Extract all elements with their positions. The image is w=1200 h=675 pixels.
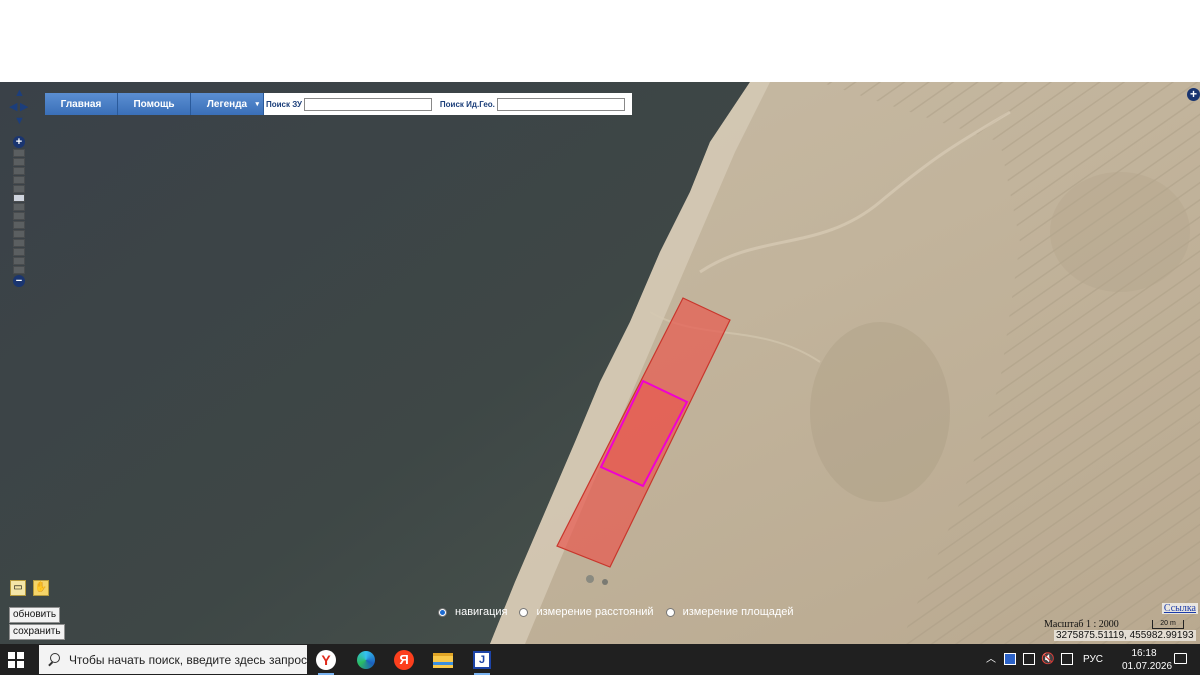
language-indicator[interactable]: РУС xyxy=(1083,654,1103,665)
save-button[interactable]: сохранить xyxy=(9,624,65,640)
zoom-level-step[interactable] xyxy=(13,185,25,193)
select-tool-icon[interactable]: ▭ xyxy=(10,580,26,596)
zoom-level-step[interactable] xyxy=(13,212,25,220)
layers-toggle-button[interactable]: + xyxy=(1187,88,1200,101)
pan-down-icon[interactable]: ▼ xyxy=(14,116,25,127)
zoom-level-step[interactable] xyxy=(13,176,25,184)
mode-navigation-label: навигация xyxy=(455,606,508,618)
tray-chevron-up-icon[interactable]: ︿ xyxy=(986,650,996,665)
taskbar: Чтобы начать поиск, введите здесь запрос… xyxy=(0,644,1200,675)
volume-muted-icon[interactable]: 🔇 xyxy=(1041,652,1055,665)
search-id-input[interactable] xyxy=(496,97,625,111)
zoom-level-step[interactable] xyxy=(13,203,25,211)
measure-mode-group: навигация измерение расстояний измерение… xyxy=(438,606,800,618)
chevron-down-icon: ▾ xyxy=(255,101,259,108)
zoom-level-step[interactable] xyxy=(13,239,25,247)
home-button[interactable]: Главная xyxy=(45,93,118,115)
search-zu-label: Поиск ЗУ xyxy=(266,99,302,109)
legend-label: Легенда xyxy=(206,98,248,110)
search-icon xyxy=(47,652,61,667)
zoom-level-step[interactable] xyxy=(13,149,25,157)
map-link[interactable]: Ссылка xyxy=(1161,603,1198,614)
file-explorer-icon[interactable] xyxy=(430,647,456,673)
yandex-browser-icon[interactable]: Y xyxy=(313,647,339,675)
taskbar-search-placeholder: Чтобы начать поиск, введите здесь запрос xyxy=(68,652,307,667)
zoom-level-current[interactable] xyxy=(13,194,25,202)
radio-area[interactable] xyxy=(665,607,675,617)
clock-time: 16:18 xyxy=(1131,648,1157,659)
zoom-control: + − xyxy=(13,136,27,287)
phone-app-icon[interactable]: J xyxy=(469,647,495,675)
scale-bar: 20 m xyxy=(1152,620,1184,629)
mode-area-label: измерение площадей xyxy=(682,606,794,618)
tray-app-icon[interactable] xyxy=(1004,653,1016,665)
display-icon[interactable] xyxy=(1061,653,1073,665)
search-area: Поиск ЗУ Поиск Ид.Гео. xyxy=(264,93,632,115)
zoom-level-step[interactable] xyxy=(13,248,25,256)
pan-control: ▲ ◀ ▶ ▼ xyxy=(9,88,35,130)
mode-area[interactable]: измерение площадей xyxy=(665,606,794,618)
pan-right-icon[interactable]: ▶ xyxy=(20,102,28,113)
hand-tool-icon[interactable]: ✋ xyxy=(33,580,49,596)
windows-start-icon[interactable] xyxy=(8,652,24,668)
edge-icon[interactable] xyxy=(353,647,379,673)
zoom-in-button[interactable]: + xyxy=(13,136,25,148)
search-id-label: Поиск Ид.Гео. xyxy=(439,99,495,109)
network-icon[interactable] xyxy=(1023,653,1035,665)
tool-icons: ▭ ✋ xyxy=(10,580,49,596)
help-button[interactable]: Помощь xyxy=(118,93,191,115)
system-clock[interactable]: 16:18 01.07.2026 xyxy=(1122,647,1173,673)
top-toolbar: Главная Помощь Легенда ▾ Поиск ЗУ Поиск … xyxy=(45,93,632,115)
zoom-level-step[interactable] xyxy=(13,230,25,238)
satellite-map[interactable] xyxy=(0,82,1200,644)
pan-left-icon[interactable]: ◀ xyxy=(9,102,17,113)
zoom-out-button[interactable]: − xyxy=(13,275,25,287)
mode-navigation[interactable]: навигация xyxy=(438,606,507,618)
cursor-coordinates: 3275875.51119, 455982.99193 xyxy=(1054,630,1196,641)
clock-date: 01.07.2026 xyxy=(1122,661,1173,672)
mode-distance[interactable]: измерение расстояний xyxy=(519,606,654,618)
radio-distance[interactable] xyxy=(519,607,529,617)
zoom-level-step[interactable] xyxy=(13,167,25,175)
search-zu-input[interactable] xyxy=(303,97,432,111)
pan-up-icon[interactable]: ▲ xyxy=(14,88,25,99)
scale-label: Масштаб 1 : 2000 xyxy=(1044,619,1119,630)
map-application: ▲ ◀ ▶ ▼ + − Главная Помощь Легенда ▾ Пои… xyxy=(0,82,1200,644)
yandex-icon[interactable]: Я xyxy=(391,647,417,673)
notification-icon[interactable] xyxy=(1174,653,1187,664)
radio-navigation[interactable] xyxy=(438,607,447,617)
zoom-level-step[interactable] xyxy=(13,158,25,166)
zoom-level-step[interactable] xyxy=(13,257,25,265)
legend-button[interactable]: Легенда ▾ xyxy=(191,93,264,115)
taskbar-search[interactable]: Чтобы начать поиск, введите здесь запрос xyxy=(39,645,307,674)
zoom-level-step[interactable] xyxy=(13,266,25,274)
mode-distance-label: измерение расстояний xyxy=(536,606,654,618)
refresh-button[interactable]: обновить xyxy=(9,607,61,623)
zoom-level-step[interactable] xyxy=(13,221,25,229)
